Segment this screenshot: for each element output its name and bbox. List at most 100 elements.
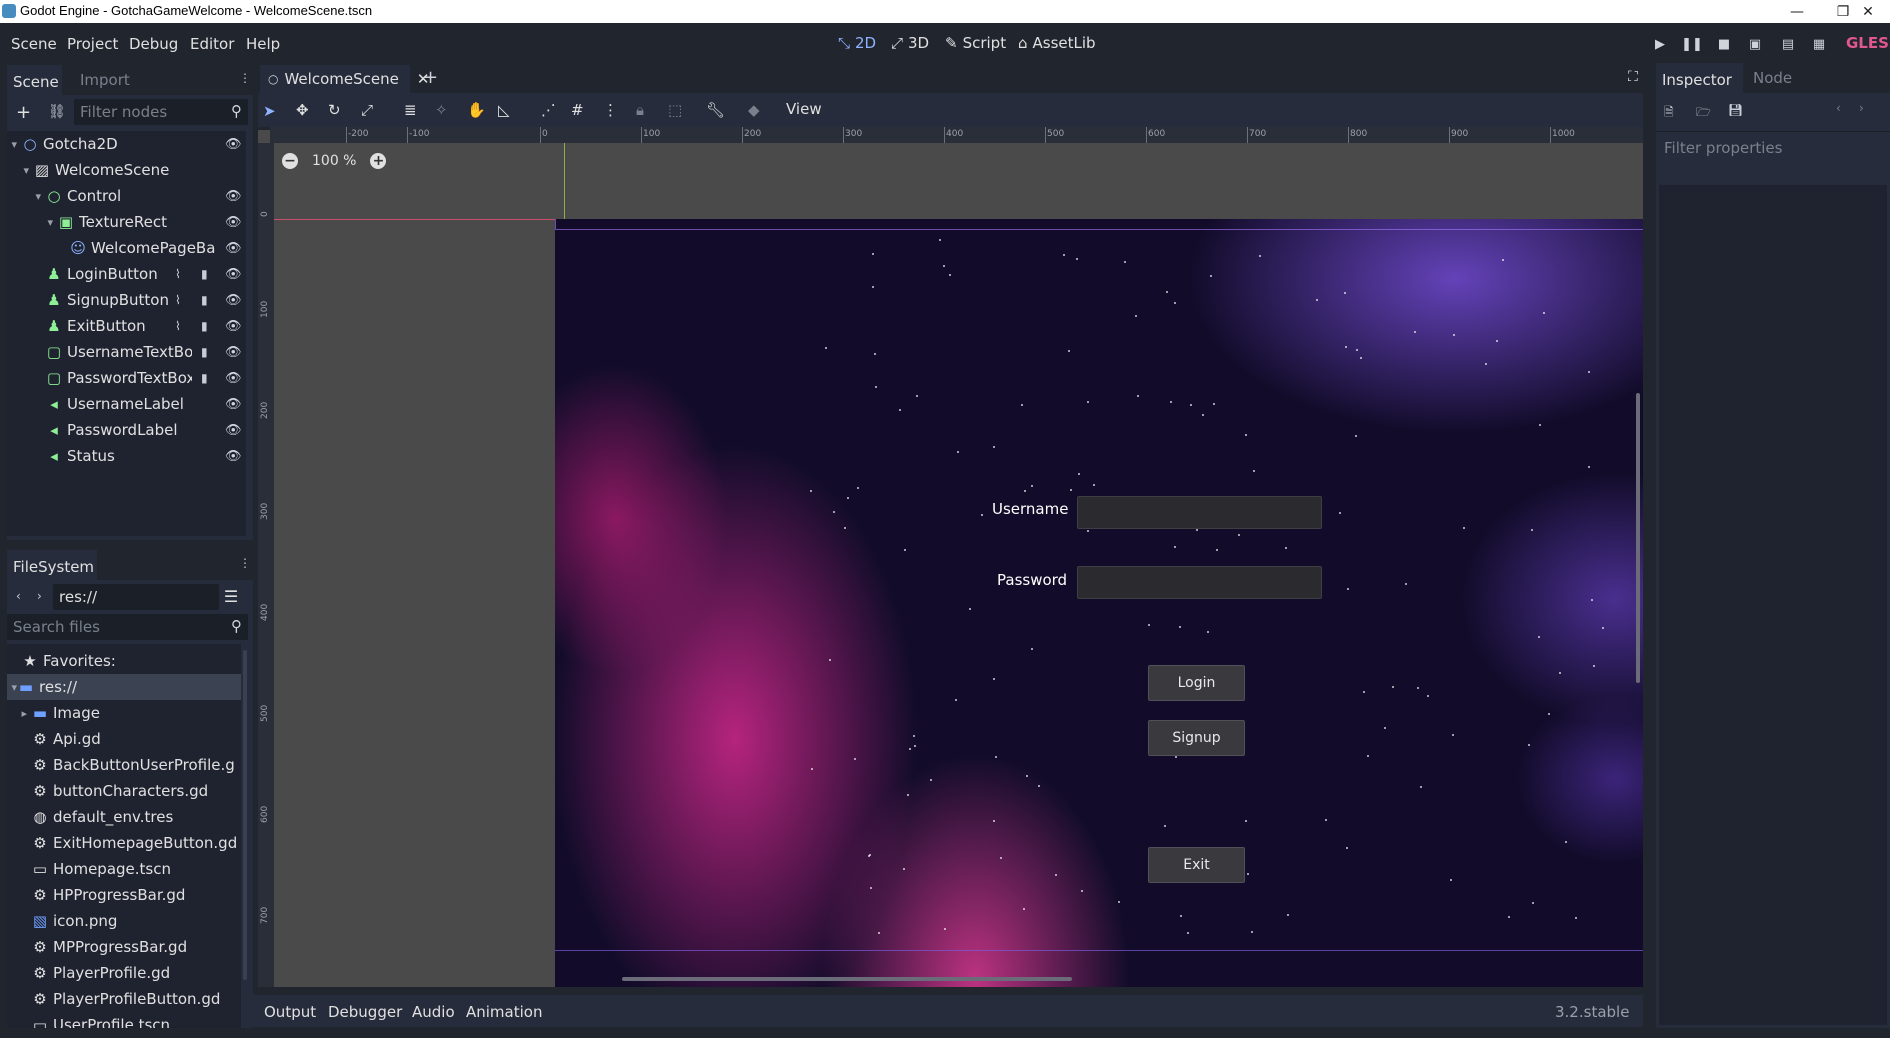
file-row[interactable]: ⚙ ExitHomepageButton.gd bbox=[7, 830, 241, 856]
stop-icon[interactable]: ■ bbox=[1715, 35, 1733, 53]
scene-tree-node[interactable]: ▾ ○ Gotcha2D 👁︎ bbox=[7, 131, 246, 157]
search-files-input[interactable]: Search files ⚲ bbox=[7, 614, 248, 640]
visibility-eye-icon[interactable]: 👁︎ bbox=[225, 345, 242, 360]
dock-menu-icon[interactable]: ⋮ bbox=[239, 71, 251, 85]
visibility-eye-icon[interactable]: 👁︎ bbox=[225, 189, 242, 204]
file-row[interactable]: ⚙ PlayerProfile.gd bbox=[7, 960, 241, 986]
snap-options-icon[interactable]: ⋮ bbox=[603, 101, 618, 119]
tab-animation[interactable]: Animation bbox=[466, 1003, 542, 1021]
script-icon[interactable]: ▮ bbox=[201, 267, 208, 281]
chevron-down-icon[interactable]: ▾ bbox=[7, 164, 29, 177]
file-row[interactable]: ▧ icon.png bbox=[7, 908, 241, 934]
smart-snap-icon[interactable]: ⋰ bbox=[541, 101, 556, 119]
pivot-tool-icon[interactable]: ✧ bbox=[435, 101, 448, 119]
visibility-eye-icon[interactable]: 👁︎ bbox=[225, 319, 242, 334]
file-row[interactable]: ▭ UserProfile.tscn bbox=[7, 1012, 241, 1028]
filter-properties-field[interactable]: Filter properties bbox=[1656, 131, 1890, 163]
vertical-scrollbar[interactable] bbox=[1636, 393, 1640, 683]
path-field[interactable]: res:// bbox=[53, 584, 219, 610]
add-node-icon[interactable]: + bbox=[16, 102, 31, 123]
password-textbox[interactable] bbox=[1077, 566, 1322, 599]
pause-icon[interactable]: ❚❚ bbox=[1681, 35, 1703, 53]
visibility-eye-icon[interactable]: 👁︎ bbox=[225, 449, 242, 464]
group-icon[interactable]: ⬚ bbox=[668, 101, 682, 119]
tab-filesystem[interactable]: FileSystem bbox=[7, 550, 97, 580]
play-custom-scene-icon[interactable]: ▤ bbox=[1779, 35, 1797, 53]
workspace-script-button[interactable]: ✎ Script bbox=[945, 34, 1006, 52]
file-row[interactable]: ⚙ PlayerProfileButton.gd bbox=[7, 986, 241, 1012]
workspace-3d-button[interactable]: ⤢ 3D bbox=[891, 34, 929, 52]
file-row[interactable]: ⚙ BackButtonUserProfile.g bbox=[7, 752, 241, 778]
scene-tree-node[interactable]: ▾ ○ Control 👁︎ bbox=[7, 183, 246, 209]
zoom-in-icon[interactable]: + bbox=[370, 153, 387, 169]
file-row[interactable]: ▭ Homepage.tscn bbox=[7, 856, 241, 882]
scene-tree-node[interactable]: ◂ Status 👁︎ bbox=[7, 443, 246, 469]
file-row[interactable]: ◍ default_env.tres bbox=[7, 804, 241, 830]
visibility-eye-icon[interactable]: 👁︎ bbox=[225, 397, 242, 412]
horizontal-scrollbar[interactable] bbox=[622, 977, 1072, 981]
zoom-level[interactable]: 100 % bbox=[312, 153, 356, 169]
link-icon[interactable]: ⛓ bbox=[48, 104, 66, 120]
scene-tree-node[interactable]: ♟ ExitButton ⌇ ▮ 👁︎ bbox=[7, 313, 246, 339]
view-menu[interactable]: View bbox=[786, 100, 822, 118]
script-icon[interactable]: ▮ bbox=[201, 371, 208, 385]
tab-scene[interactable]: Scene bbox=[7, 65, 62, 95]
grid-snap-icon[interactable]: # bbox=[571, 101, 584, 119]
filter-nodes-input[interactable]: Filter nodes ⚲ bbox=[74, 99, 248, 125]
renderer-label[interactable]: GLES3 bbox=[1846, 34, 1890, 52]
file-row[interactable]: ⚙ Api.gd bbox=[7, 726, 241, 752]
menu-scene[interactable]: Scene bbox=[11, 35, 57, 53]
scene-tree-node[interactable]: ▾ ▨ WelcomeScene bbox=[7, 157, 246, 183]
rotate-tool-icon[interactable]: ↻ bbox=[328, 101, 341, 119]
back-icon[interactable]: ‹ bbox=[16, 589, 21, 603]
history-forward-icon[interactable]: › bbox=[1859, 101, 1864, 115]
menu-editor[interactable]: Editor bbox=[190, 35, 234, 53]
move-tool-icon[interactable]: ✥ bbox=[296, 101, 309, 119]
menu-debug[interactable]: Debug bbox=[129, 35, 178, 53]
folder-row[interactable]: ▾ ▬ res:// bbox=[7, 674, 241, 700]
exit-button[interactable]: Exit bbox=[1148, 847, 1245, 883]
signal-icon[interactable]: ⌇ bbox=[175, 319, 181, 333]
open-folder-icon[interactable]: 🗁︎ bbox=[1696, 103, 1711, 124]
pan-tool-icon[interactable]: ✋ bbox=[467, 101, 486, 119]
scene-tree-node[interactable]: ◂ PasswordLabel 👁︎ bbox=[7, 417, 246, 443]
script-icon[interactable]: ▮ bbox=[201, 293, 208, 307]
scene-tree-node[interactable]: ☺ WelcomePageBac 👁︎ bbox=[7, 235, 246, 261]
signup-button[interactable]: Signup bbox=[1148, 720, 1245, 756]
tab-output[interactable]: Output bbox=[264, 1003, 316, 1021]
new-resource-icon[interactable]: 🗎︎ bbox=[1664, 103, 1674, 124]
signal-icon[interactable]: ⌇ bbox=[175, 267, 181, 281]
dock-menu-icon[interactable]: ⋮ bbox=[239, 556, 251, 570]
close-button[interactable]: ✕ bbox=[1846, 0, 1890, 23]
visibility-eye-icon[interactable]: 👁︎ bbox=[225, 371, 242, 386]
tab-import[interactable]: Import bbox=[74, 65, 136, 95]
favorites-row[interactable]: ★ Favorites: bbox=[23, 648, 116, 674]
tab-audio[interactable]: Audio bbox=[412, 1003, 455, 1021]
tab-node[interactable]: Node bbox=[1747, 63, 1798, 93]
save-icon[interactable]: 💾︎ bbox=[1728, 103, 1743, 117]
movie-icon[interactable]: ▦ bbox=[1810, 35, 1828, 53]
file-row[interactable]: ⚙ MPProgressBar.gd bbox=[7, 934, 241, 960]
minimize-button[interactable]: — bbox=[1774, 0, 1820, 23]
scene-tree-node[interactable]: ◂ UsernameLabel 👁︎ bbox=[7, 391, 246, 417]
script-icon[interactable]: ▮ bbox=[201, 319, 208, 333]
scene-tree-node[interactable]: ♟ LoginButton ⌇ ▮ 👁︎ bbox=[7, 261, 246, 287]
chevron-right-icon[interactable]: ▸ bbox=[7, 707, 27, 720]
visibility-eye-icon[interactable]: 👁︎ bbox=[225, 215, 242, 230]
tab-inspector[interactable]: Inspector bbox=[1656, 63, 1743, 93]
list-view-icon[interactable]: ☰ bbox=[221, 586, 241, 606]
play-icon[interactable]: ▶ bbox=[1651, 35, 1669, 53]
ruler-tool-icon[interactable]: ◺ bbox=[498, 101, 510, 119]
play-scene-icon[interactable]: ▣ bbox=[1746, 35, 1764, 53]
select-tool-icon[interactable]: ➤ bbox=[263, 102, 276, 120]
signal-icon[interactable]: ⌇ bbox=[175, 293, 181, 307]
chevron-down-icon[interactable]: ▾ bbox=[7, 138, 17, 151]
welcome-background-texture[interactable]: Username Password Login Signup Exit bbox=[555, 219, 1643, 987]
scene-tree-node[interactable]: ▢ PasswordTextBox ▮ 👁︎ bbox=[7, 365, 246, 391]
tab-debugger[interactable]: Debugger bbox=[328, 1003, 402, 1021]
script-icon[interactable]: ▮ bbox=[201, 345, 208, 359]
menu-project[interactable]: Project bbox=[67, 35, 118, 53]
menu-help[interactable]: Help bbox=[246, 35, 280, 53]
skeleton-icon[interactable]: 🔧︎ bbox=[706, 101, 725, 119]
scene-tree-node[interactable]: ▢ UsernameTextBo ▮ 👁︎ bbox=[7, 339, 246, 365]
